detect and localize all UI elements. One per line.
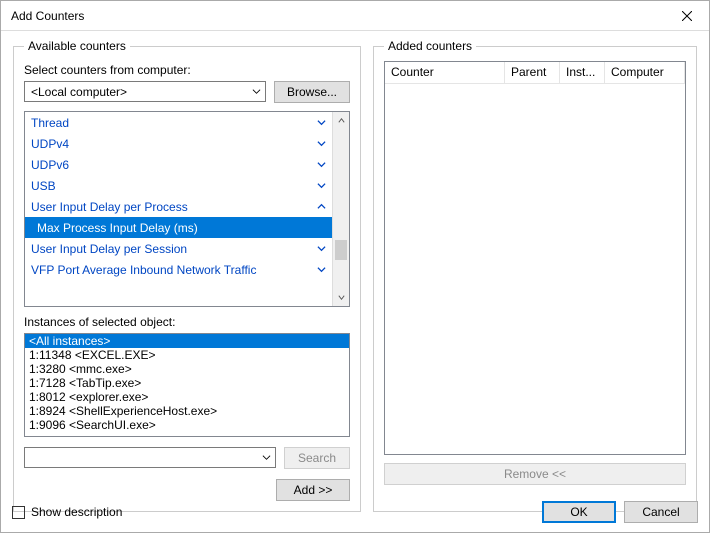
titlebar: Add Counters [1, 1, 709, 31]
col-computer[interactable]: Computer [605, 62, 685, 84]
add-button[interactable]: Add >> [276, 479, 350, 501]
chevron-up-icon[interactable] [317, 200, 326, 214]
chevron-down-icon[interactable] [317, 116, 326, 130]
close-button[interactable] [665, 1, 709, 31]
col-counter[interactable]: Counter [385, 62, 505, 84]
counter-label: VFP Port Average Inbound Network Traffic [31, 263, 317, 277]
counter-list: Thread UDPv4 UDPv6 USB User Input Delay per … [24, 111, 350, 307]
scroll-up-icon[interactable] [333, 112, 349, 129]
chevron-down-icon[interactable] [317, 263, 326, 277]
counter-row[interactable]: Thread [25, 112, 332, 133]
instance-search-input[interactable] [24, 447, 276, 468]
available-counters-group: Available counters Select counters from … [13, 39, 361, 512]
added-counters-group: Added counters Counter Parent Inst... Co… [373, 39, 697, 512]
counter-label: User Input Delay per Session [31, 242, 317, 256]
col-inst[interactable]: Inst... [560, 62, 605, 84]
chevron-down-icon[interactable] [317, 137, 326, 151]
remove-button[interactable]: Remove << [384, 463, 686, 485]
counter-row[interactable]: Max Process Input Delay (ms) [25, 217, 332, 238]
instances-label: Instances of selected object: [24, 315, 350, 329]
ok-button[interactable]: OK [542, 501, 616, 523]
close-icon [682, 11, 692, 21]
counter-row[interactable]: UDPv4 [25, 133, 332, 154]
counter-row[interactable]: User Input Delay per Process [25, 196, 332, 217]
instance-row[interactable]: 1:7128 <TabTip.exe> [25, 376, 349, 390]
scroll-thumb[interactable] [335, 240, 347, 260]
counter-label: User Input Delay per Process [31, 200, 317, 214]
available-legend: Available counters [24, 39, 130, 53]
instance-row[interactable]: 1:8924 <ShellExperienceHost.exe> [25, 404, 349, 418]
counter-label: UDPv4 [31, 137, 317, 151]
counter-label: UDPv6 [31, 158, 317, 172]
col-parent[interactable]: Parent [505, 62, 560, 84]
select-computer-label: Select counters from computer: [24, 63, 350, 77]
show-description-checkbox[interactable] [12, 506, 25, 519]
table-header: Counter Parent Inst... Computer [385, 62, 685, 84]
window-title: Add Counters [11, 9, 665, 23]
counter-label: Thread [31, 116, 317, 130]
instance-row[interactable]: <All instances> [25, 334, 349, 348]
added-table[interactable]: Counter Parent Inst... Computer [384, 61, 686, 455]
counter-row[interactable]: USB [25, 175, 332, 196]
counter-row[interactable]: VFP Port Average Inbound Network Traffic [25, 259, 332, 280]
counter-label: Max Process Input Delay (ms) [37, 221, 326, 235]
counter-row[interactable]: UDPv6 [25, 154, 332, 175]
instance-row[interactable]: 1:3280 <mmc.exe> [25, 362, 349, 376]
show-description-label: Show description [31, 505, 122, 519]
chevron-down-icon[interactable] [317, 179, 326, 193]
instance-row[interactable]: 1:9096 <SearchUI.exe> [25, 418, 349, 432]
counter-row[interactable]: User Input Delay per Session [25, 238, 332, 259]
scroll-down-icon[interactable] [333, 289, 349, 306]
search-button[interactable]: Search [284, 447, 350, 469]
chevron-down-icon [262, 451, 271, 465]
counter-scrollbar[interactable] [332, 112, 349, 306]
instance-list[interactable]: <All instances>1:11348 <EXCEL.EXE>1:3280… [24, 333, 350, 437]
computer-value: <Local computer> [31, 85, 127, 99]
computer-combo[interactable]: <Local computer> [24, 81, 266, 103]
instance-row[interactable]: 1:8012 <explorer.exe> [25, 390, 349, 404]
instance-row[interactable]: 1:11348 <EXCEL.EXE> [25, 348, 349, 362]
cancel-button[interactable]: Cancel [624, 501, 698, 523]
browse-button[interactable]: Browse... [274, 81, 350, 103]
chevron-down-icon[interactable] [317, 158, 326, 172]
added-legend: Added counters [384, 39, 476, 53]
counter-label: USB [31, 179, 317, 193]
chevron-down-icon[interactable] [317, 242, 326, 256]
chevron-down-icon [252, 85, 261, 99]
